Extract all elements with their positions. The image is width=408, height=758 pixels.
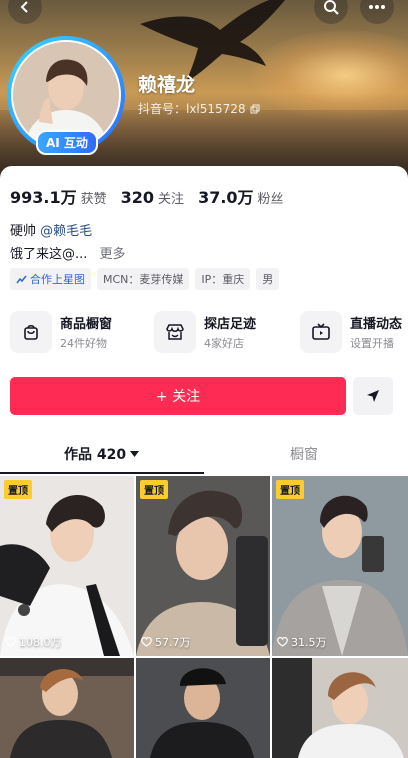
video-thumbnail[interactable]: 置顶 31.5万	[272, 476, 408, 656]
tab-shop-window[interactable]: 橱窗	[290, 444, 318, 464]
tv-icon	[312, 323, 330, 340]
video-cover	[136, 658, 270, 758]
back-button[interactable]	[8, 0, 42, 24]
chevron-left-icon	[20, 1, 28, 13]
video-cover	[136, 476, 270, 656]
search-icon	[324, 0, 339, 15]
tag-star-partner[interactable]: 合作上星图	[10, 268, 91, 290]
service-shop-window[interactable]: 商品橱窗 24件好物	[10, 311, 112, 353]
douyin-id[interactable]: 抖音号：lxl515728	[138, 100, 260, 117]
stat-value: 993.1万	[10, 188, 77, 207]
video-thumbnail[interactable]	[0, 658, 134, 758]
profile-tags: 合作上星图 MCN：麦芽传媒 IP：重庆 男	[10, 268, 280, 290]
send-icon	[367, 390, 379, 402]
tag-ip-location: IP：重庆	[195, 268, 251, 290]
like-count: 31.5万	[277, 634, 327, 650]
heart-icon	[141, 637, 152, 647]
tag-gender: 男	[256, 268, 280, 290]
video-thumbnail[interactable]	[136, 658, 270, 758]
bio-line-1: 硬帅 @赖毛毛	[10, 220, 92, 239]
svc-icon-box	[154, 311, 196, 353]
svc-subtitle: 24件好物	[60, 337, 107, 350]
svc-icon-box	[10, 311, 52, 353]
stat-label: 粉丝	[257, 192, 284, 207]
stat-likes[interactable]: 993.1万 获赞	[10, 184, 107, 208]
bio-mention-link[interactable]: @赖毛毛	[40, 224, 92, 239]
video-cover	[272, 658, 408, 758]
profile-card: 993.1万 获赞 320 关注 37.0万 粉丝 硬帅 @赖毛毛 饿了来这@... …	[0, 166, 408, 758]
video-thumbnail[interactable]	[272, 658, 408, 758]
stat-label: 获赞	[80, 192, 107, 207]
service-entries: 商品橱窗 24件好物 探店足迹 4家好店 直播动态 设置开播	[10, 311, 408, 357]
video-thumbnail[interactable]: 置顶 57.7万	[136, 476, 270, 656]
profile-stats: 993.1万 获赞 320 关注 37.0万 粉丝	[10, 184, 284, 208]
tab-label: 作品 420	[64, 447, 127, 463]
caret-down-icon	[130, 451, 140, 457]
video-grid: 置顶 108.0万 置顶 57.7万 置顶 31.5万	[0, 476, 408, 758]
tag-mcn[interactable]: MCN：麦芽传媒	[97, 268, 190, 290]
video-cover	[0, 476, 134, 656]
bio-text: 硬帅	[10, 224, 37, 239]
service-live-updates[interactable]: 直播动态 设置开播	[300, 311, 402, 353]
copy-icon[interactable]	[250, 104, 260, 114]
pinned-badge: 置顶	[276, 480, 304, 499]
heart-icon	[277, 637, 288, 647]
video-cover	[272, 476, 408, 656]
star-chart-icon	[16, 275, 27, 283]
svc-icon-box	[300, 311, 342, 353]
svc-title: 商品橱窗	[60, 317, 113, 332]
search-button[interactable]	[314, 0, 348, 24]
more-button[interactable]	[360, 0, 394, 24]
svc-subtitle: 设置开播	[350, 337, 394, 350]
tag-label: 合作上星图	[30, 273, 85, 286]
like-count: 57.7万	[141, 634, 191, 650]
pinned-badge: 置顶	[140, 480, 168, 499]
stat-value: 320	[120, 188, 155, 207]
stat-following[interactable]: 320 关注	[121, 188, 184, 207]
ai-interact-badge[interactable]: AI 互动	[36, 130, 98, 155]
video-cover	[0, 658, 134, 758]
shopping-bag-icon	[24, 324, 38, 340]
bio-more-link[interactable]: 更多	[100, 247, 126, 262]
store-icon	[166, 324, 184, 340]
heart-icon	[5, 637, 16, 647]
more-dots-icon	[369, 5, 385, 9]
stat-label: 关注	[158, 192, 185, 207]
like-count-text: 57.7万	[155, 636, 191, 649]
tab-works[interactable]: 作品 420	[64, 444, 140, 464]
pinned-badge: 置顶	[4, 480, 32, 499]
follow-button[interactable]: + 关注	[10, 377, 346, 415]
like-count-text: 108.0万	[19, 636, 62, 649]
active-tab-indicator	[0, 472, 204, 474]
svc-subtitle: 4家好店	[204, 337, 244, 350]
like-count-text: 31.5万	[291, 636, 327, 649]
share-button[interactable]	[353, 377, 393, 415]
svc-title: 探店足迹	[204, 317, 257, 332]
profile-nickname: 赖禧龙	[138, 74, 196, 96]
stat-followers[interactable]: 37.0万 粉丝	[198, 184, 284, 208]
video-thumbnail[interactable]: 置顶 108.0万	[0, 476, 134, 656]
profile-banner: AI 互动 赖禧龙 抖音号：lxl515728	[0, 0, 408, 178]
like-count: 108.0万	[5, 634, 62, 650]
svc-title: 直播动态	[350, 317, 403, 332]
stat-value: 37.0万	[198, 188, 254, 207]
bio-line-2: 饿了来这@... 更多	[10, 243, 126, 262]
douyin-id-text: 抖音号：lxl515728	[138, 102, 246, 116]
content-tabs: 作品 420 橱窗	[0, 436, 408, 474]
service-store-visits[interactable]: 探店足迹 4家好店	[154, 311, 256, 353]
bio-text: 饿了来这@...	[10, 247, 88, 262]
